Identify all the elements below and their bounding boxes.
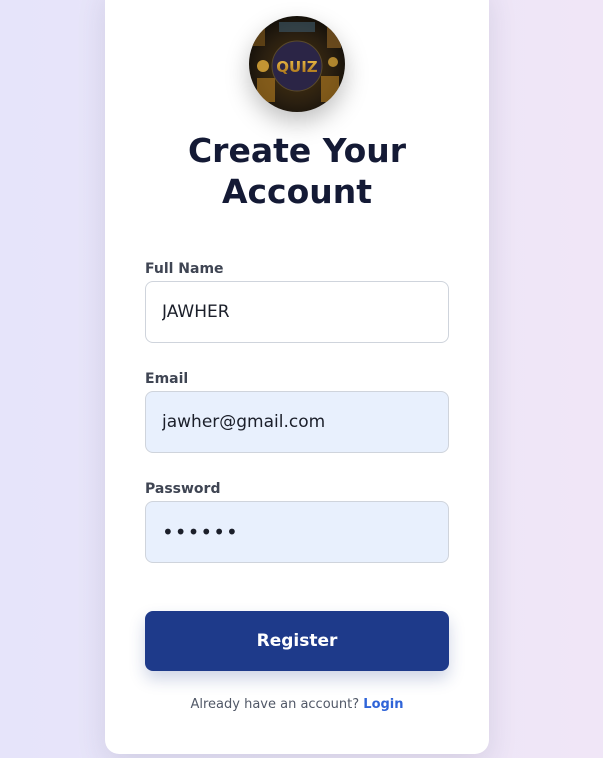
page-title: Create Your Account bbox=[105, 130, 489, 212]
page-title-line1: Create Your bbox=[187, 131, 407, 170]
quiz-logo-icon: QUIZ bbox=[249, 16, 345, 112]
logo-text: QUIZ bbox=[276, 58, 318, 76]
register-button[interactable]: Register bbox=[145, 611, 449, 671]
login-link[interactable]: Login bbox=[363, 697, 403, 712]
password-input[interactable] bbox=[145, 501, 449, 563]
login-prompt-text: Already have an account? bbox=[190, 697, 360, 712]
page-title-line2: Account bbox=[221, 172, 373, 211]
register-card: QUIZ Create Your Account Full Name Email… bbox=[105, 0, 489, 754]
email-input[interactable] bbox=[145, 391, 449, 453]
email-label: Email bbox=[145, 371, 189, 387]
login-prompt: Already have an account? Login bbox=[105, 697, 489, 712]
quiz-logo-avatar: QUIZ bbox=[249, 16, 345, 112]
password-label: Password bbox=[145, 481, 221, 497]
full-name-input[interactable] bbox=[145, 281, 449, 343]
full-name-label: Full Name bbox=[145, 261, 224, 277]
